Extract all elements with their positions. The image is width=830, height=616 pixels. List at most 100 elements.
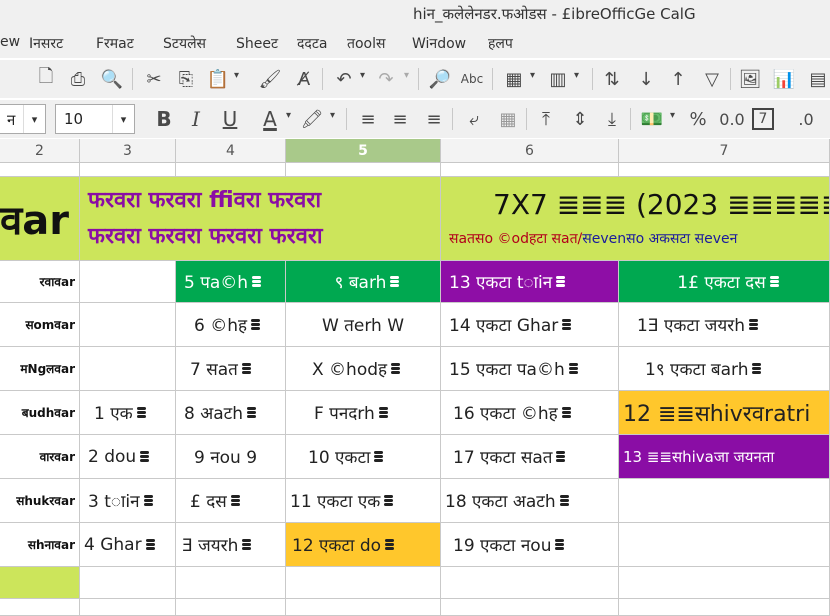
weekday-label[interactable]: वारवar xyxy=(0,435,80,479)
header-left-title[interactable]: वar xyxy=(0,177,80,261)
day-cell[interactable]: 19 एकटा नou xyxy=(441,523,619,567)
align-middle-icon[interactable]: ⇕ xyxy=(566,105,594,133)
paste-icon[interactable]: 📋 xyxy=(204,65,232,93)
number-format-icon[interactable]: 0.0 xyxy=(718,105,746,133)
day-cell[interactable]: 9 नou 9 xyxy=(176,435,286,479)
day-cell[interactable]: Ǝ जयरh xyxy=(176,523,286,567)
day-cell[interactable]: 10 एकटा xyxy=(286,435,441,479)
font-name-combo[interactable]: न ▾ xyxy=(0,104,46,134)
column-header-5[interactable]: 5 xyxy=(286,139,441,162)
menu-help[interactable]: हलप xyxy=(488,34,513,53)
menu-tools[interactable]: तoolस xyxy=(347,34,385,53)
font-size-dropdown-icon[interactable]: ▾ xyxy=(112,105,134,133)
align-bottom-icon[interactable]: ⤓ xyxy=(598,105,626,133)
font-size-combo[interactable]: 10 ▾ xyxy=(55,104,135,134)
day-cell[interactable]: 13 एकटा tाiन xyxy=(441,261,619,303)
day-cell[interactable]: 12 एकटा do xyxy=(286,523,441,567)
day-cell[interactable]: 1£ एकटा दस xyxy=(619,261,830,303)
align-center-icon[interactable]: ≡ xyxy=(386,105,414,133)
header-february-block[interactable]: फरवरा फरवरा ffiवरा फरवरा फरवरा फरवरा फरव… xyxy=(80,177,441,261)
currency-dropdown-icon[interactable]: ▾ xyxy=(670,110,675,121)
menu-insert[interactable]: Iनसरट xyxy=(29,34,63,53)
day-cell[interactable] xyxy=(80,303,176,347)
insert-image-icon[interactable]: 🖼 xyxy=(736,65,764,93)
wrap-text-icon[interactable]: ⤶ xyxy=(460,105,488,133)
day-cell[interactable] xyxy=(619,523,830,567)
weekday-label[interactable]: रवावar xyxy=(0,261,80,303)
day-cell[interactable]: £ दस xyxy=(176,479,286,523)
find-replace-icon[interactable]: 🔎 xyxy=(426,65,454,93)
menu-window[interactable]: Wiनdow xyxy=(412,34,466,53)
font-name-dropdown-icon[interactable]: ▾ xyxy=(23,105,45,133)
menu-view[interactable]: ew xyxy=(0,34,20,50)
highlight-dropdown-icon[interactable]: ▾ xyxy=(330,110,335,121)
insert-chart-icon[interactable]: 📊 xyxy=(770,65,798,93)
day-cell[interactable] xyxy=(619,479,830,523)
header-year-block[interactable]: 7X7 ≣≣≣ (2023 ≣≣≣≣≣) सaतसo ©odहटा सaत/सe… xyxy=(441,177,830,261)
clear-formatting-icon[interactable]: A̸ xyxy=(290,65,318,93)
day-cell[interactable]: 12 ≣≣सhivरवratri xyxy=(619,391,830,435)
menu-data[interactable]: ददटa xyxy=(297,34,328,53)
align-right-icon[interactable]: ≡ xyxy=(420,105,448,133)
day-cell[interactable]: X ©hodह xyxy=(286,347,441,391)
day-cell[interactable]: 13 ≣≣सhivaजा जयनता xyxy=(619,435,830,479)
highlight-icon[interactable]: 🖍 xyxy=(298,105,326,133)
day-cell[interactable]: 5 पa©h xyxy=(176,261,286,303)
new-icon[interactable]: ▌ xyxy=(0,65,4,93)
column-icon[interactable]: ▥ xyxy=(544,65,572,93)
day-cell[interactable]: 3 tाiन xyxy=(80,479,176,523)
print-preview-icon[interactable]: 🔍 xyxy=(98,65,126,93)
day-cell[interactable]: 7 सaत xyxy=(176,347,286,391)
day-cell[interactable]: 15 एकटा पa©h xyxy=(441,347,619,391)
weekday-label[interactable]: मNgलवar xyxy=(0,347,80,391)
font-color-dropdown-icon[interactable]: ▾ xyxy=(286,110,291,121)
weekday-label[interactable]: सomवar xyxy=(0,303,80,347)
autofilter-icon[interactable]: ▽ xyxy=(698,65,726,93)
day-cell[interactable]: ९ बarh xyxy=(286,261,441,303)
day-cell[interactable]: F पनदrh xyxy=(286,391,441,435)
day-cell[interactable] xyxy=(80,261,176,303)
day-cell[interactable]: W तerh W xyxy=(286,303,441,347)
day-cell[interactable]: 8 अaटh xyxy=(176,391,286,435)
column-header-3[interactable]: 3 xyxy=(80,139,176,162)
day-cell[interactable]: 6 ©hह xyxy=(176,303,286,347)
day-cell[interactable]: 11 एकटा एक xyxy=(286,479,441,523)
day-cell[interactable]: 1९ एकटा बarh xyxy=(619,347,830,391)
menu-format[interactable]: Fरमaट xyxy=(96,34,134,53)
cut-icon[interactable]: ✂ xyxy=(140,65,168,93)
weekday-label[interactable]: सhukरवar xyxy=(0,479,80,523)
pdf-icon[interactable]: 🗋 xyxy=(32,65,60,93)
day-cell[interactable]: 2 dou xyxy=(80,435,176,479)
align-top-icon[interactable]: ⤒ xyxy=(532,105,560,133)
currency-format-icon[interactable]: 💵 xyxy=(638,105,666,133)
column-header-6[interactable]: 6 xyxy=(441,139,619,162)
weekday-label[interactable]: बudhवar xyxy=(0,391,80,435)
italic-icon[interactable]: I xyxy=(182,105,210,133)
redo-icon[interactable]: ↷ xyxy=(372,65,400,93)
menu-sheet[interactable]: Sheeट xyxy=(236,34,278,53)
column-header-4[interactable]: 4 xyxy=(176,139,286,162)
spelling-icon[interactable]: Abc xyxy=(458,65,486,93)
column-header-7[interactable]: 7 xyxy=(619,139,830,162)
bold-icon[interactable]: B xyxy=(150,105,178,133)
column-header-2[interactable]: 2 xyxy=(0,139,80,162)
add-decimal-icon[interactable]: .0 xyxy=(792,105,820,133)
weekday-label[interactable]: सhनावar xyxy=(0,523,80,567)
merge-cells-icon[interactable]: ▦ xyxy=(494,105,522,133)
percent-format-icon[interactable]: % xyxy=(684,105,712,133)
menu-styles[interactable]: Sटयलेस xyxy=(163,34,206,53)
day-cell[interactable]: 1Ǝ एकटा जयरh xyxy=(619,303,830,347)
day-cell[interactable] xyxy=(80,347,176,391)
day-cell[interactable]: 1 एक xyxy=(80,391,176,435)
column-dropdown-icon[interactable]: ▾ xyxy=(574,70,579,81)
align-left-icon[interactable]: ≡ xyxy=(354,105,382,133)
day-cell[interactable]: 14 एकटा Ghar xyxy=(441,303,619,347)
underline-icon[interactable]: U xyxy=(216,105,244,133)
day-cell[interactable]: 16 एकटा ©hह xyxy=(441,391,619,435)
paste-dropdown-icon[interactable]: ▾ xyxy=(234,70,239,81)
font-color-icon[interactable]: A xyxy=(256,105,284,133)
undo-dropdown-icon[interactable]: ▾ xyxy=(360,70,365,81)
day-cell[interactable]: 4 Ghar xyxy=(80,523,176,567)
sort-icon[interactable]: ⇅ xyxy=(598,65,626,93)
sort-ascending-icon[interactable]: ↓ xyxy=(632,65,660,93)
